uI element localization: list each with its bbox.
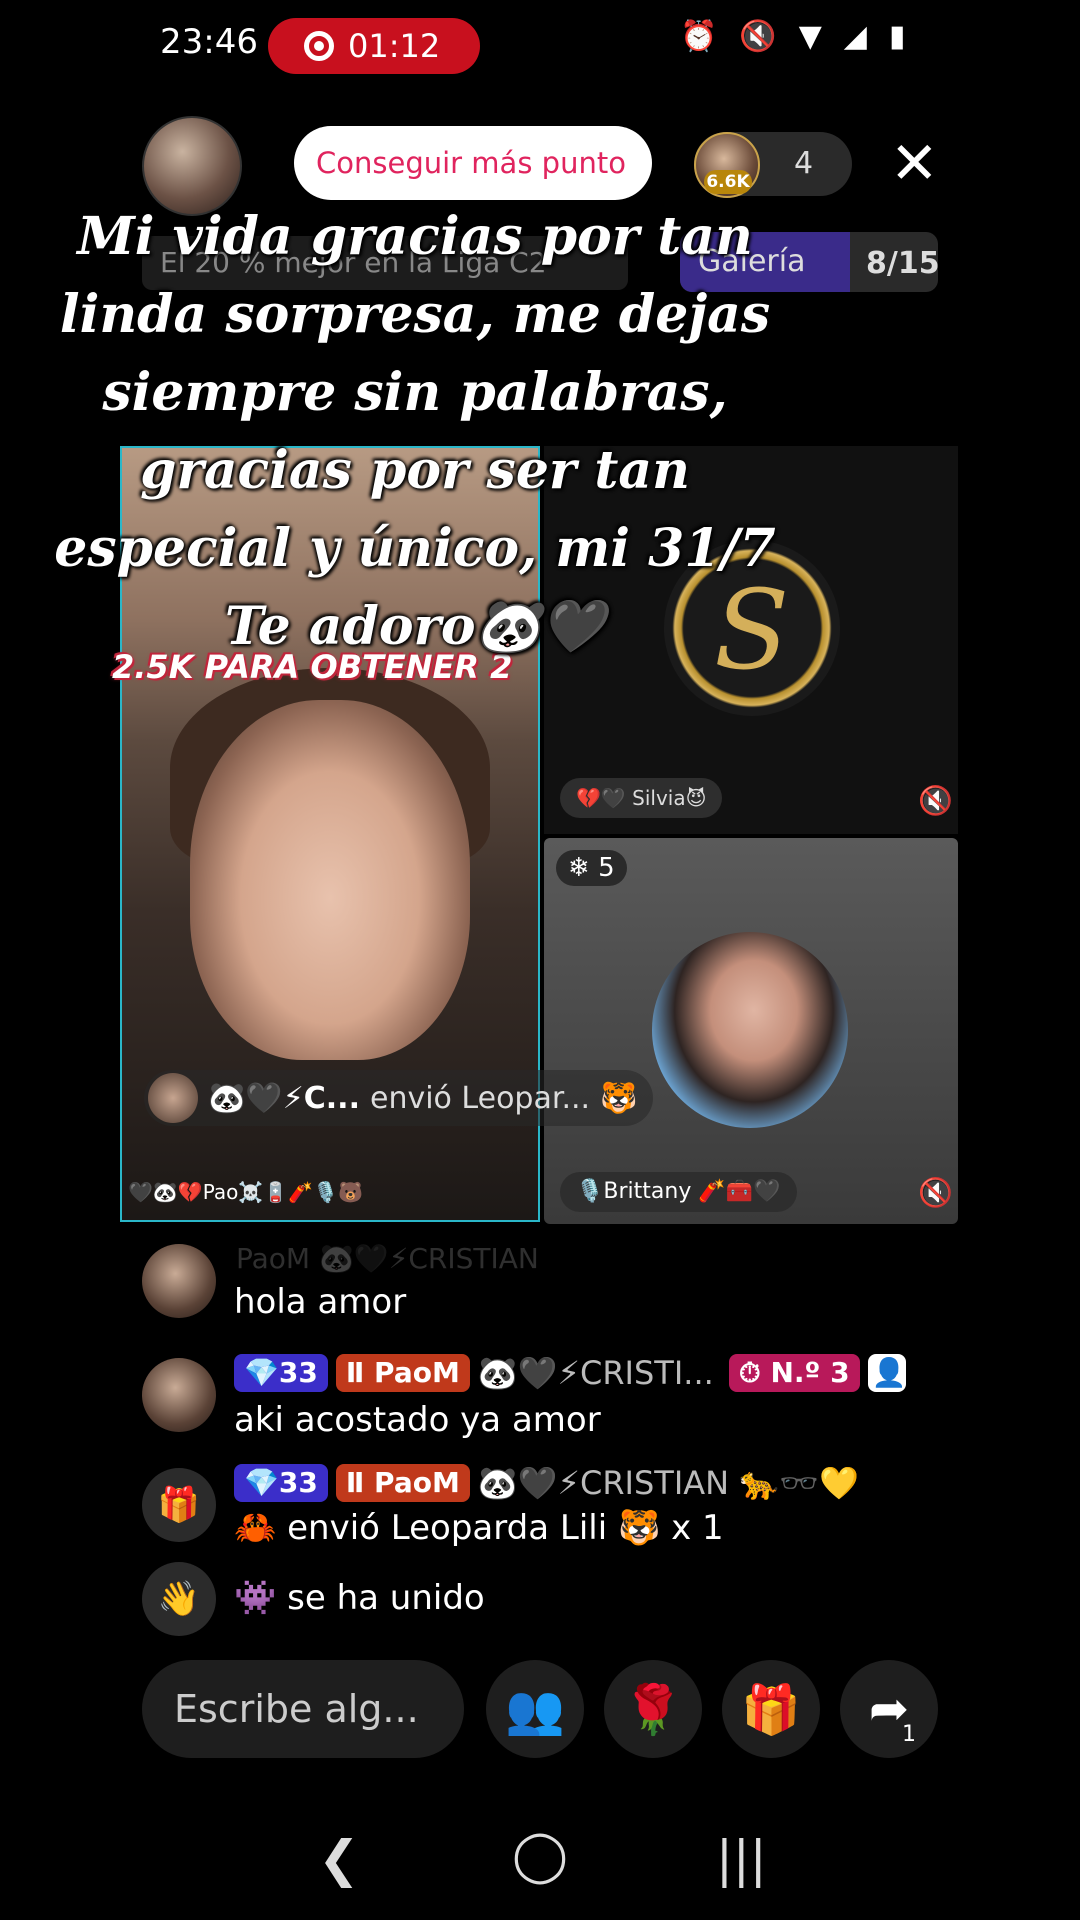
fan-badge: Ⅱ PaoM (335, 1464, 470, 1502)
video-person-face (190, 700, 470, 1060)
leopard-gift-icon: 🐯 (600, 1080, 638, 1116)
gift-box-icon: 🎁 (741, 1681, 801, 1738)
wave-icon: 👋 (142, 1562, 216, 1636)
status-icons: ⏰ 🔇 ▼ ◢ ▮ (680, 22, 905, 52)
chat-message: 👾 se ha unido (234, 1578, 485, 1618)
get-more-points-button[interactable]: Conseguir más punto (294, 126, 652, 200)
level-badge: 💎33 (234, 1354, 328, 1392)
chat-faded-row: PaoM 🐼🖤⚡CRISTIAN (236, 1242, 539, 1275)
viewer-count: 4 (794, 146, 814, 181)
user-add-icon[interactable]: 👤 (867, 1354, 906, 1392)
signal-icon: ◢ (843, 19, 867, 54)
status-time: 23:46 (160, 22, 258, 62)
toast-avatar (148, 1073, 198, 1123)
gallery-count: 8/15 (866, 246, 940, 281)
chat-username[interactable]: 🐼🖤⚡CRISTI... (478, 1354, 714, 1392)
rank-badge: ⏱ N.º 3 (728, 1354, 860, 1392)
level-badge: 💎33 (234, 1464, 328, 1502)
chat-message-header: 💎33 Ⅱ PaoM 🐼🖤⚡CRISTI... ⏱ N.º 3 👤 (234, 1354, 914, 1392)
chat-message-header: 💎33 Ⅱ PaoM 🐼🖤⚡CRISTIAN 🐆🕶️💛 (234, 1464, 859, 1502)
gift-button[interactable]: 🎁 (722, 1660, 820, 1758)
multi-guest-button[interactable]: 👥 (486, 1660, 584, 1758)
comment-input[interactable]: Escribe alg... (142, 1660, 464, 1758)
chat-message: aki acostado ya amor (234, 1400, 601, 1440)
mute-icon: 🔇 (739, 19, 777, 54)
toast-text: envió Leopar... (369, 1080, 591, 1116)
close-icon[interactable]: ✕ (890, 134, 939, 192)
screen-record-pill[interactable]: 01:12 (268, 18, 480, 74)
wifi-icon: ▼ (798, 19, 822, 54)
rose-gift-button[interactable]: 🌹 (604, 1660, 702, 1758)
rose-icon: 🌹 (623, 1681, 683, 1738)
battery-icon: ▮ (888, 19, 906, 54)
chat-message: 🦀 envió Leoparda Lili 🐯 x 1 (234, 1508, 724, 1548)
host-name-pao: 🖤🐼💔Pao☠️🪫🧨🎙️🐻 (128, 1180, 363, 1204)
chat-avatar[interactable] (142, 1358, 216, 1432)
chat-message: hola amor (234, 1282, 407, 1322)
share-button[interactable]: ➦ (840, 1660, 938, 1758)
home-icon[interactable]: ◯ (512, 1826, 568, 1884)
chat-username[interactable]: 🐼🖤⚡CRISTIAN 🐆🕶️💛 (478, 1464, 859, 1502)
back-icon[interactable]: ❮ (318, 1830, 360, 1888)
viewer-badge: 6.6K (704, 170, 752, 194)
gift-toast: 🐼🖤⚡C... envió Leopar... 🐯 (144, 1070, 654, 1126)
fan-badge: Ⅱ PaoM (335, 1354, 470, 1392)
guest-avatar-brittany (652, 932, 848, 1128)
alarm-icon: ⏰ (680, 19, 718, 54)
guest-name-silvia: 💔🖤 Silvia😈 (560, 778, 723, 818)
video-caption: Mi vida gracias por tan linda sorpresa, … (54, 206, 776, 657)
mic-muted-icon: 🔇 (918, 784, 953, 817)
multi-guest-icon: 👥 (505, 1681, 565, 1738)
share-count: 1 (902, 1722, 916, 1747)
ice-badge: ❄ 5 (556, 850, 627, 886)
record-timer: 01:12 (348, 27, 441, 65)
record-icon (304, 31, 334, 61)
chat-avatar[interactable] (142, 1244, 216, 1318)
toast-user: 🐼🖤⚡C... (208, 1080, 360, 1116)
ice-count: 5 (598, 853, 615, 883)
gift-icon: 🎁 (142, 1468, 216, 1542)
guest-name-brittany: 🎙️Brittany 🧨🧰🖤 (560, 1172, 797, 1212)
recents-icon[interactable]: ||| (716, 1830, 767, 1888)
mic-muted-icon: 🔇 (918, 1176, 953, 1209)
